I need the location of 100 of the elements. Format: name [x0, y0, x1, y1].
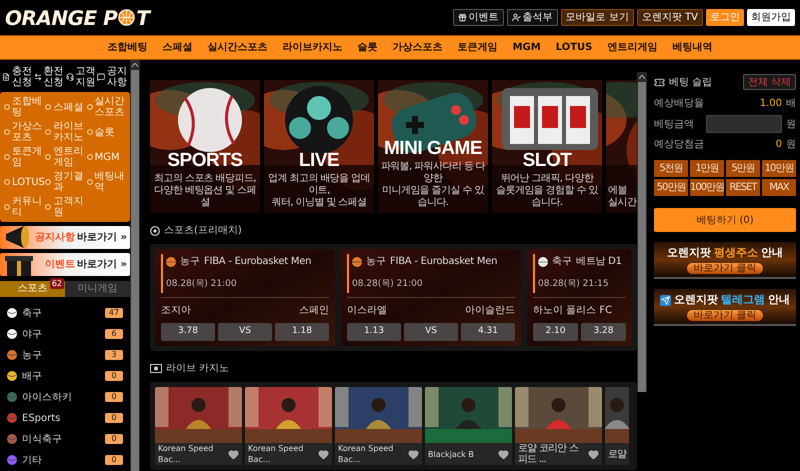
notice-banner[interactable]: 공지사항 바로가기 »	[0, 226, 130, 249]
nav-link[interactable]: 실시간스포츠	[208, 40, 268, 55]
sport-name: 농구	[22, 348, 42, 363]
nav-link[interactable]: 베팅내역	[672, 40, 712, 55]
scrollbar[interactable]	[130, 60, 140, 471]
heart-icon[interactable]	[408, 448, 419, 460]
basketball-icon	[118, 9, 136, 26]
game-tile[interactable]: Korean Speed Bac...	[155, 387, 242, 465]
odds-button[interactable]: 4.31	[461, 323, 515, 341]
league-name: FIBA - Eurobasket Men	[204, 255, 312, 269]
amount-chip[interactable]: 100만원	[690, 179, 724, 196]
odds-button[interactable]: VS	[404, 323, 458, 341]
promo-card[interactable]: SLOT 뛰어난 그래픽, 다양한 슬롯게임을 경험할 수 있습니다.	[492, 80, 602, 213]
event-banner[interactable]: 이벤트 바로가기 »	[0, 252, 130, 276]
amount-chip[interactable]: RESET	[726, 179, 760, 196]
odds-button[interactable]: VS	[218, 323, 272, 341]
amount-chip[interactable]: 10만원	[762, 160, 796, 177]
nav-link[interactable]: 슬롯	[358, 40, 378, 55]
chevron-up-icon[interactable]	[639, 75, 645, 79]
panel-title: 베팅 슬립	[669, 76, 712, 90]
promo-card[interactable]: 에볼 실시간	[606, 80, 637, 213]
info-banner[interactable]: 오렌지팟 평생주소 안내 바로가기 클릭	[654, 242, 796, 279]
banner-text: 오렌지팟	[674, 292, 718, 308]
sport-item[interactable]: 농구 3	[0, 344, 130, 366]
nav-link[interactable]: 스페셜	[162, 40, 193, 55]
header-button[interactable]: 모바일로 보기	[560, 9, 634, 26]
sport-name: 배구	[22, 370, 42, 384]
promo-card[interactable]: MINI GAME 파워볼, 파워사다리 등 다양한 미니게임을 즐기실 수 있습니다.	[378, 80, 488, 213]
game-tile[interactable]: Korean Speed Bac...	[245, 387, 332, 465]
nav-link[interactable]: 조합베팅	[108, 40, 148, 55]
arrows-icon	[34, 73, 42, 81]
row-label: 예상당첨금	[654, 138, 704, 152]
amount-input[interactable]	[706, 115, 782, 133]
signup-button[interactable]: 회원가입	[747, 9, 795, 26]
heart-icon[interactable]	[498, 448, 509, 460]
amount-chip[interactable]: 1만원	[690, 160, 724, 177]
amount-chip[interactable]: MAX	[762, 179, 796, 196]
heart-icon[interactable]	[588, 448, 599, 460]
game-tile[interactable]: 로얄	[605, 387, 629, 465]
banner-text: 바로가기 »	[77, 230, 127, 245]
match-card[interactable]: 농구 FIBA - Eurobasket Men 08.28(목) 21:00 조지아 스페인 3.78 VS 1.18	[155, 249, 335, 346]
sport-item[interactable]: 배구 0	[0, 366, 130, 387]
nav-link[interactable]: 라이브카지노	[282, 40, 343, 55]
game-tile[interactable]: Korean Speed Bac...	[335, 387, 422, 465]
sport-item[interactable]: 기타 0	[0, 450, 130, 471]
scrollbar[interactable]	[637, 72, 647, 392]
sport-name: 야구	[22, 328, 42, 342]
sport-icon	[7, 455, 17, 466]
clear-button[interactable]: 전체 삭제	[742, 74, 796, 90]
quick-link[interactable]: 고객지원	[66, 66, 96, 88]
promo-text: 뛰어난 그래픽, 다양한	[500, 173, 594, 185]
chevron-up-icon[interactable]	[132, 63, 138, 67]
menu-item-label: LOTUS	[12, 176, 45, 188]
quick-link[interactable]: 환전신청	[34, 66, 64, 88]
sidebar-tab[interactable]: 미니게임	[65, 280, 130, 297]
promo-title: SLOT	[522, 151, 572, 171]
nav-link[interactable]: 가상스포츠	[392, 40, 443, 55]
quick-link[interactable]: 충전신청	[2, 66, 33, 88]
amount-chip[interactable]: 5만원	[726, 160, 760, 177]
heart-icon[interactable]	[228, 448, 239, 460]
header-button[interactable]: 오렌지팟 TV	[636, 9, 703, 26]
sport-name: 기타	[22, 454, 42, 468]
sport-icon	[7, 371, 17, 382]
quick-link[interactable]: 공지사항	[97, 66, 128, 88]
heart-icon[interactable]	[318, 448, 329, 460]
nav-link[interactable]: 토큰게임	[458, 40, 498, 55]
sport-item[interactable]: 야구 6	[0, 324, 130, 345]
unit-label: 원	[786, 118, 796, 132]
banner-button[interactable]: 바로가기 클릭	[687, 310, 763, 322]
header-button[interactable]: 출석부	[506, 9, 558, 26]
odds-button[interactable]: 1.18	[275, 323, 329, 341]
match-time: 08.28(목) 21:00	[166, 279, 237, 289]
circle-icon	[4, 129, 10, 135]
odds-button[interactable]: 1.13	[347, 323, 401, 341]
sport-item[interactable]: ESports 0	[0, 408, 130, 429]
match-card[interactable]: 농구 FIBA - Eurobasket Men 08.28(목) 21:00 이스라엘 아이슬란드 1.13 VS 4.31	[341, 249, 521, 346]
amount-chip[interactable]: 50만원	[654, 179, 688, 196]
header-button[interactable]: 이벤트	[452, 9, 504, 26]
nav-link[interactable]: LOTUS	[556, 40, 592, 55]
amount-chip[interactable]: 5천원	[654, 160, 688, 177]
nav-link[interactable]: MGM	[512, 40, 541, 55]
sport-item[interactable]: 축구 47	[0, 302, 130, 324]
info-banner[interactable]: 오렌지팟 텔레그램 안내 바로가기 클릭	[654, 289, 796, 326]
sport-item[interactable]: 미식축구 0	[0, 428, 130, 450]
promo-card[interactable]: LIVE 업계 최고의 배당을 업데이트, 쿼터, 이닝별 및 스페셜	[264, 80, 374, 213]
odds-button[interactable]: 2.10	[533, 323, 578, 341]
promo-title: SPORTS	[167, 151, 243, 171]
bet-button[interactable]: 베팅하기 (0)	[654, 208, 796, 232]
menu-item-label: 경기결과	[53, 171, 84, 193]
sport-item[interactable]: 아이스하키 0	[0, 386, 130, 408]
banner-button[interactable]: 바로가기 클릭	[687, 263, 763, 274]
sidebar-tab[interactable]: 스포츠 62	[0, 280, 65, 297]
game-tile[interactable]: Blackjack B	[425, 387, 512, 465]
odds-button[interactable]: 3.78	[161, 323, 215, 341]
match-card[interactable]: 축구 베트남 D1 08.28(목) 21:15 하노이 폴리스 FC 2.10 3.28	[527, 249, 632, 346]
game-tile[interactable]: 로얄 코리안 스피드 ...	[515, 387, 602, 465]
nav-link[interactable]: 엔트리게임	[607, 40, 658, 55]
promo-card[interactable]: SPORTS 최고의 스포츠 배당피드, 다양한 베팅옵션 및 스페셜	[150, 80, 260, 213]
odds-button[interactable]: 3.28	[581, 323, 626, 341]
sport-name: 축구	[552, 255, 572, 269]
